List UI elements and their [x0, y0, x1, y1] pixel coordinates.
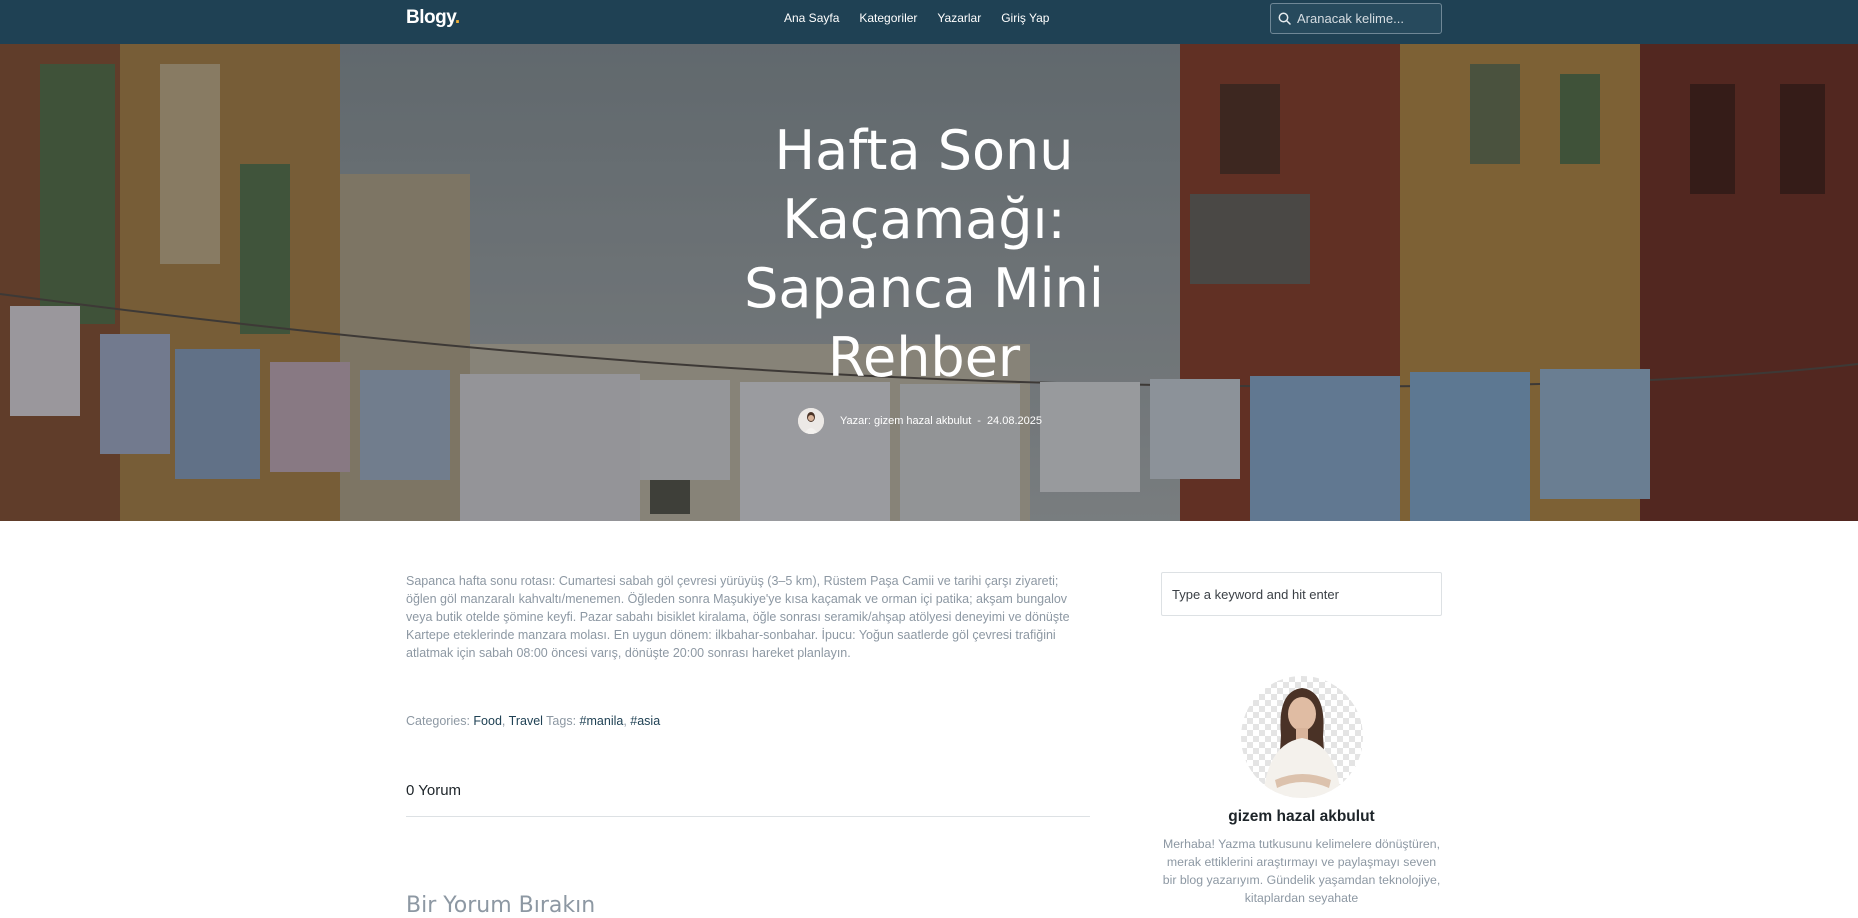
tags-label: Tags: [546, 714, 577, 728]
nav-link-categories[interactable]: Kategoriler [859, 11, 917, 25]
post-author[interactable]: Yazar: gizem hazal akbulut [840, 415, 971, 427]
nav-link-home[interactable]: Ana Sayfa [784, 11, 839, 25]
top-navbar: Blogy. Ana Sayfa Kategoriler Yazarlar Gi… [0, 0, 1858, 44]
post-title: Hafta Sonu Kaçamağı: Sapanca Mini Rehber [744, 119, 1104, 389]
hero-banner: Hafta Sonu Kaçamağı: Sapanca Mini Rehber… [0, 44, 1858, 521]
category-link-food[interactable]: Food [473, 714, 502, 728]
header-search [1270, 3, 1442, 34]
divider [406, 816, 1090, 817]
tag-link-asia[interactable]: #asia [630, 714, 660, 728]
nav-link-login[interactable]: Giriş Yap [1001, 11, 1049, 25]
nav-link-authors[interactable]: Yazarlar [937, 11, 981, 25]
comments-count: 0 Yorum [406, 782, 462, 799]
meta-separator: - [977, 415, 981, 427]
brand-logo[interactable]: Blogy. [406, 7, 460, 29]
post-meta: Yazar: gizem hazal akbulut - 24.08.2025 [798, 408, 1042, 434]
header-search-input[interactable] [1295, 10, 1439, 27]
sidebar-search-input[interactable] [1161, 572, 1442, 616]
author-photo [1241, 676, 1363, 798]
post-taxonomy: Categories: Food, Travel Tags: #manila, … [406, 714, 661, 728]
main-nav: Ana Sayfa Kategoriler Yazarlar Giriş Yap [784, 11, 1049, 25]
author-name[interactable]: gizem hazal akbulut [1161, 808, 1442, 826]
leave-comment-heading: Bir Yorum Bırakın [406, 893, 596, 918]
author-bio: Merhaba! Yazma tutkusunu kelimelere dönü… [1162, 837, 1441, 905]
avatar [798, 408, 824, 434]
post-body: Sapanca hafta sonu rotası: Cumartesi sab… [406, 574, 1070, 660]
search-icon [1278, 12, 1291, 25]
post-date: 24.08.2025 [986, 415, 1042, 427]
category-link-travel[interactable]: Travel [509, 714, 543, 728]
tag-link-manila[interactable]: #manila [580, 714, 624, 728]
categories-label: Categories: [406, 714, 470, 728]
